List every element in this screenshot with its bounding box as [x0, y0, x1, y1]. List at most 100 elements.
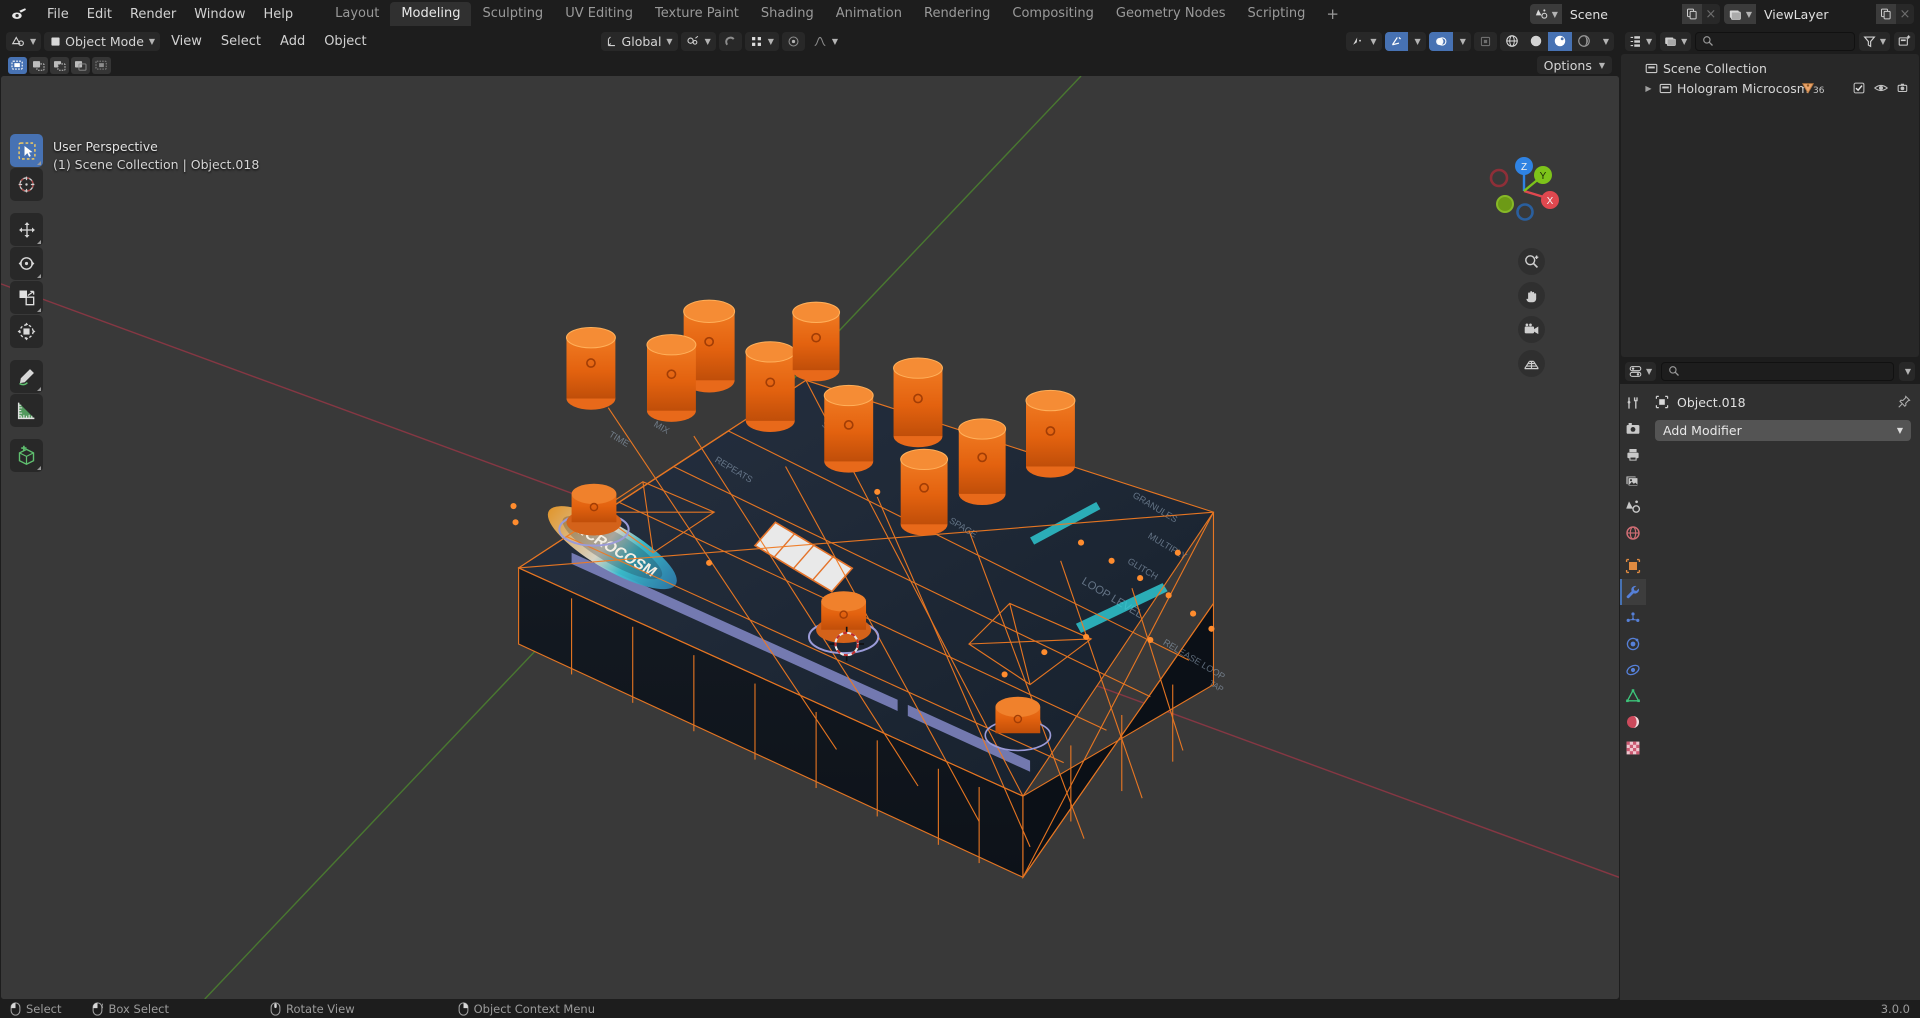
transform-orientation-selector[interactable]: Global ▼	[600, 31, 678, 51]
proportional-falloff-selector[interactable]: ▼	[808, 32, 843, 51]
select-mode-set[interactable]	[8, 56, 27, 74]
unlink-scene-button[interactable]: ×	[1702, 4, 1720, 24]
blender-logo-icon[interactable]	[8, 4, 28, 24]
menu-help[interactable]: Help	[255, 4, 303, 25]
navigation-gizmo[interactable]: Z Y X	[1485, 152, 1563, 230]
outliner-tree[interactable]: Scene Collection ▶ Hologram Microcosm 36	[1621, 54, 1919, 357]
properties-tab-output[interactable]	[1620, 442, 1646, 468]
properties-tab-constraints[interactable]	[1620, 657, 1646, 683]
toggle-local-view-button[interactable]	[1473, 31, 1497, 51]
camera-render-icon[interactable]	[1897, 82, 1911, 94]
scene-name[interactable]: Scene	[1561, 4, 1682, 24]
outliner-row-hologram-microcosm[interactable]: ▶ Hologram Microcosm 36	[1621, 78, 1919, 98]
viewport-menu-add[interactable]: Add	[272, 32, 313, 51]
scene-selector[interactable]: ▼ Scene ×	[1529, 4, 1720, 24]
workspace-tab-uv-editing[interactable]: UV Editing	[554, 2, 644, 26]
shading-material-preview-button[interactable]	[1547, 31, 1572, 51]
outliner-filter-button[interactable]: ▼	[1858, 31, 1890, 51]
snap-target-selector[interactable]: ▼	[680, 31, 716, 51]
tool-move[interactable]	[10, 213, 43, 246]
workspace-tab-sculpting[interactable]: Sculpting	[471, 2, 554, 26]
snap-element-selector[interactable]: ▼	[744, 31, 779, 51]
viewport-menu-view[interactable]: View	[163, 32, 210, 51]
properties-editor-type-button[interactable]: ▼	[1625, 361, 1657, 381]
tool-measure[interactable]	[10, 394, 43, 427]
workspace-tab-shading[interactable]: Shading	[750, 2, 825, 26]
outliner-row-scene-collection[interactable]: Scene Collection	[1621, 58, 1919, 78]
properties-tab-physics[interactable]	[1620, 631, 1646, 657]
outliner-filter-id-button[interactable]: ▼	[1660, 31, 1692, 51]
workspace-tab-animation[interactable]: Animation	[825, 2, 913, 26]
scene-icon[interactable]: ▼	[1529, 4, 1562, 24]
shading-popover-button[interactable]: ▼	[1596, 32, 1614, 51]
properties-tab-object[interactable]	[1620, 553, 1646, 579]
show-overlays-toggle[interactable]	[1384, 31, 1408, 51]
checkbox-checked-icon[interactable]	[1853, 82, 1865, 94]
properties-tab-render[interactable]	[1620, 416, 1646, 442]
shading-rendered-button[interactable]	[1572, 32, 1596, 51]
properties-options-button[interactable]: ▼	[1898, 361, 1915, 381]
tool-cursor[interactable]	[10, 168, 43, 201]
workspace-tab-rendering[interactable]: Rendering	[913, 2, 1001, 26]
new-scene-button[interactable]	[1681, 4, 1702, 24]
snap-magnet-toggle[interactable]	[718, 31, 742, 51]
shading-solid-button[interactable]	[1524, 32, 1548, 51]
workspace-tab-modeling[interactable]: Modeling	[390, 2, 472, 26]
pin-icon[interactable]	[1897, 395, 1911, 409]
select-mode-extend[interactable]	[29, 56, 48, 74]
proportional-edit-toggle[interactable]	[781, 31, 805, 51]
viewport-3d-canvas[interactable]: REPEATS SHAPE FILTER SPACE TIME MIX LOOP…	[1, 76, 1619, 999]
properties-tab-material[interactable]	[1620, 709, 1646, 735]
workspace-tab-scripting[interactable]: Scripting	[1237, 2, 1317, 26]
view-layer-selector[interactable]: ▼ ViewLayer ×	[1723, 4, 1914, 24]
xray-popover-button[interactable]: ▼	[1453, 32, 1471, 51]
toggle-perspective-button[interactable]	[1518, 350, 1545, 377]
properties-search-input[interactable]	[1661, 361, 1894, 381]
new-view-layer-button[interactable]	[1876, 4, 1896, 24]
eye-icon[interactable]	[1874, 82, 1888, 94]
tool-scale[interactable]	[10, 281, 43, 314]
outliner-editor-type-button[interactable]: ▼	[1625, 31, 1657, 51]
viewport-options-button[interactable]: Options ▼	[1536, 56, 1612, 74]
menu-window[interactable]: Window	[185, 4, 254, 25]
workspace-tab-texture-paint[interactable]: Texture Paint	[644, 2, 750, 26]
outliner-search-input[interactable]	[1695, 31, 1855, 51]
toggle-xray-button[interactable]	[1428, 31, 1453, 51]
tool-add-cube[interactable]	[10, 439, 43, 472]
properties-tab-particles[interactable]	[1620, 605, 1646, 631]
menu-file[interactable]: File	[38, 4, 78, 25]
add-modifier-button[interactable]: Add Modifier ▼	[1655, 420, 1911, 441]
properties-tab-world[interactable]	[1620, 520, 1646, 546]
mode-selector[interactable]: Object Mode ▼	[44, 31, 161, 51]
properties-tab-texture[interactable]	[1620, 735, 1646, 761]
workspace-tab-geometry-nodes[interactable]: Geometry Nodes	[1105, 2, 1237, 26]
menu-edit[interactable]: Edit	[78, 4, 121, 25]
workspace-tab-layout[interactable]: Layout	[324, 2, 390, 26]
properties-tab-tool[interactable]	[1620, 390, 1646, 416]
properties-tab-object-data[interactable]	[1620, 683, 1646, 709]
tool-transform[interactable]	[10, 315, 43, 348]
tool-annotate[interactable]	[10, 360, 43, 393]
menu-render[interactable]: Render	[121, 4, 185, 25]
properties-tab-modifiers[interactable]	[1620, 579, 1646, 605]
viewport-menu-object[interactable]: Object	[316, 32, 374, 51]
properties-tab-scene[interactable]	[1620, 494, 1646, 520]
zoom-navigation-button[interactable]	[1518, 248, 1545, 275]
select-mode-invert[interactable]	[71, 56, 90, 74]
show-gizmo-toggle[interactable]: ▼	[1346, 31, 1382, 51]
editor-type-icon[interactable]: ▼	[6, 31, 42, 51]
remove-view-layer-button[interactable]: ×	[1896, 4, 1914, 24]
overlays-popover-button[interactable]: ▼	[1408, 32, 1426, 51]
select-mode-subtract[interactable]	[50, 56, 69, 74]
disclosure-triangle-icon[interactable]: ▶	[1643, 84, 1654, 93]
tool-rotate[interactable]	[10, 247, 43, 280]
pan-navigation-button[interactable]	[1518, 282, 1545, 309]
tool-select-box[interactable]	[10, 134, 43, 167]
viewport-menu-select[interactable]: Select	[213, 32, 269, 51]
workspace-tab-compositing[interactable]: Compositing	[1001, 2, 1105, 26]
properties-tab-view-layer[interactable]	[1620, 468, 1646, 494]
view-layer-name[interactable]: ViewLayer	[1756, 4, 1876, 24]
select-mode-intersect[interactable]	[92, 56, 111, 74]
new-collection-button[interactable]	[1894, 31, 1915, 51]
shading-wireframe-button[interactable]	[1500, 32, 1524, 51]
